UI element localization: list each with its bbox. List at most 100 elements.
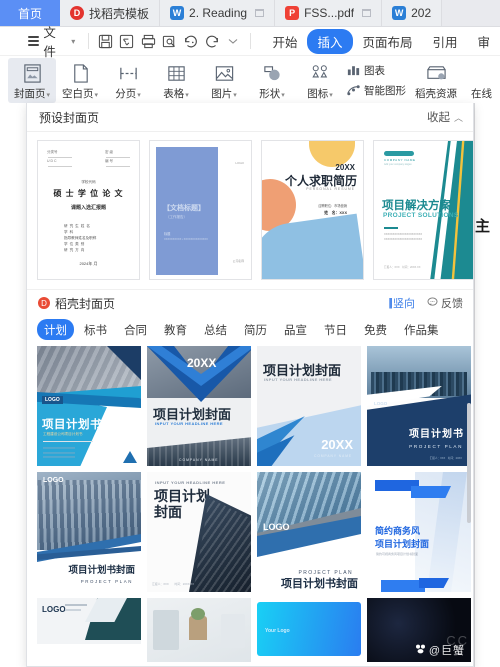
preset-solution-subtitle: PROJECT SOLUTIONS [383, 212, 459, 219]
chip-resume[interactable]: 简历 [237, 319, 274, 340]
redo-icon[interactable] [201, 30, 222, 52]
tab-home[interactable]: 首页 [0, 0, 61, 26]
tab-fss-pdf-label: FSS...pdf [304, 6, 355, 20]
chip-holiday[interactable]: 节日 [317, 319, 354, 340]
picture-button[interactable]: 图片▾ [200, 58, 248, 103]
feedback-bubble-icon [427, 296, 438, 310]
template-card[interactable]: LOGO [37, 598, 141, 662]
template-card[interactable]: LOGO 项目计划书 PROJECT PLAN 汇报人：XXX 时间：20XX [367, 346, 471, 466]
template-card[interactable]: INPUT YOUR HEADLINE HERE 项目计划封面 汇报人：XXX … [147, 472, 251, 592]
preset-resume-cover[interactable]: 20XX 个人求职简历 PERSONAL RESUME 应聘职位：市场营销 姓 … [261, 140, 364, 280]
chart-button[interactable]: 图表 [346, 62, 406, 80]
template-badge: LOGO [263, 522, 290, 532]
file-menu-label: 文件 [43, 26, 56, 59]
preset-thesis-date: 2024年 月 [79, 261, 98, 266]
icons-button[interactable]: 图标▾ [296, 58, 344, 103]
preset-blue-block-cover[interactable]: 【文档标题】 （工作报告） 标题 XXXXXXXXXX • XXXXXXXXXX… [149, 140, 252, 280]
save-icon[interactable] [95, 30, 116, 52]
document-tab-bar: 首页 D 找稻壳模板 W 2. Reading P FSS...pdf W 20… [0, 0, 500, 27]
wps-writer-window: 首页 D 找稻壳模板 W 2. Reading P FSS...pdf W 20… [0, 0, 500, 667]
orientation-toggle[interactable]: ||| 竖向 [388, 295, 415, 311]
category-chip-row: 计划 标书 合同 教育 总结 简历 品宣 节日 免费 作品集 [27, 316, 473, 346]
customize-qat-icon[interactable] [222, 30, 243, 52]
shape-label: 形状 [259, 88, 281, 100]
cover-page-button[interactable]: 封面页▾ [8, 58, 56, 103]
divider [249, 33, 251, 49]
template-title: 简约商务风 [375, 526, 421, 536]
template-title2: 项目计划封面 [375, 539, 430, 549]
template-card[interactable]: 项目计划封面 INPUT YOUR HEADLINE HERE 20XX COM… [257, 346, 361, 466]
page-break-button[interactable]: 分页▾ [104, 58, 152, 103]
tab-docer-templates[interactable]: D 找稻壳模板 [60, 0, 161, 26]
pdf-icon: P [285, 6, 300, 20]
icons-label: 图标 [307, 88, 329, 100]
chip-portfolio[interactable]: 作品集 [397, 319, 446, 340]
print-preview-icon[interactable] [159, 30, 180, 52]
cover-page-icon [22, 61, 43, 85]
docer-logo-icon: D [38, 297, 50, 309]
chevron-up-icon: ︿ [453, 112, 463, 123]
ribbon-tab-references[interactable]: 引用 [423, 29, 468, 54]
undo-icon[interactable] [180, 30, 201, 52]
close-icon[interactable] [255, 9, 265, 17]
online-button[interactable]: 在线 [464, 58, 499, 103]
panel-right-border [474, 103, 475, 667]
chip-plan[interactable]: 计划 [37, 319, 74, 340]
template-card[interactable] [147, 598, 251, 662]
template-card[interactable]: Your Logo [257, 598, 361, 662]
template-card[interactable]: LOGO 项目计划书 工程建设公司项目计划书 XXXXXXXXXXXXXXXX X… [37, 346, 141, 466]
template-card[interactable]: LOGO PROJECT PLAN 项目计划书封面 [257, 472, 361, 592]
chart-label: 图表 [364, 65, 385, 77]
wps-writer-icon: W [170, 6, 185, 20]
icons-icon [310, 61, 331, 85]
template-card[interactable]: 20XX 项目计划封面 INPUT YOUR HEADLINE HERE COM… [147, 346, 251, 466]
template-subtitle: INPUT YOUR HEADLINE HERE [155, 480, 226, 485]
preset-solution-cover[interactable]: COMPANY NAME Add your company slogan 项目解… [373, 140, 473, 280]
ribbon-tab-insert[interactable]: 插入 [307, 28, 353, 54]
template-title: 项目计划书 [42, 419, 102, 431]
preset-resume-subtitle: PERSONAL RESUME [306, 187, 355, 191]
tab-home-label: 首页 [18, 6, 43, 21]
tab-reading[interactable]: W 2. Reading [160, 0, 276, 26]
close-icon[interactable] [362, 9, 372, 17]
smartart-button[interactable]: 智能图形 [346, 82, 406, 100]
collapse-button[interactable]: 收起 ︿ [427, 109, 463, 125]
template-grid-row-1: LOGO 项目计划书 工程建设公司项目计划书 XXXXXXXXXXXXXXXX X… [27, 346, 473, 466]
template-footer: COMPANY NAME [179, 458, 219, 462]
preset-thesis-cover[interactable]: 分类号 U D C 密 级 编 号 学校代码 硕 士 学 位 论 文 课题入选汇… [37, 140, 140, 280]
save-to-cloud-icon[interactable] [116, 30, 137, 52]
chevron-down-icon: ▾ [46, 92, 50, 99]
file-menu-button[interactable]: 文件 ▾ [28, 22, 82, 60]
preset-solution-title: 项目解决方案 [382, 200, 451, 212]
table-button[interactable]: 表格▾ [152, 58, 200, 103]
tab-2022-doc[interactable]: W 202 [382, 0, 443, 26]
chip-bid[interactable]: 标书 [77, 319, 114, 340]
chip-summary[interactable]: 总结 [197, 319, 234, 340]
table-label: 表格 [163, 88, 185, 100]
template-card[interactable]: @巨蟹 CC [367, 598, 471, 662]
shape-button[interactable]: 形状▾ [248, 58, 296, 103]
chip-contract[interactable]: 合同 [117, 319, 154, 340]
template-card[interactable]: LOGO 项目计划书封面 PROJECT PLAN [37, 472, 141, 592]
print-icon[interactable] [138, 30, 159, 52]
document-right-gutter [474, 103, 500, 667]
cover-page-gallery-panel: 预设封面页 收起 ︿ 分类号 U D C 密 级 编 号 学校代码 硕 士 学 … [26, 103, 474, 667]
ribbon-tab-review[interactable]: 审 [468, 29, 500, 54]
ribbon-tab-page-layout[interactable]: 页面布局 [353, 29, 423, 54]
template-year: 20XX [321, 437, 353, 452]
template-badge: LOGO [374, 401, 388, 406]
blank-page-button[interactable]: 空白页▾ [56, 58, 104, 103]
chip-free[interactable]: 免费 [357, 319, 394, 340]
ribbon-tab-start[interactable]: 开始 [262, 29, 307, 54]
tab-reading-label: 2. Reading [189, 6, 248, 20]
docer-resource-button[interactable]: 稻壳资源 [408, 58, 464, 103]
template-card[interactable]: 简约商务风 项目计划封面 简约可视商务风项目计划书封面 [367, 472, 471, 592]
template-badge: LOGO [42, 605, 66, 614]
chip-education[interactable]: 教育 [157, 319, 194, 340]
chart-icon [346, 62, 361, 80]
feedback-button[interactable]: 反馈 [427, 295, 463, 311]
chip-branding[interactable]: 品宣 [277, 319, 314, 340]
tab-fss-pdf[interactable]: P FSS...pdf [275, 0, 383, 26]
panel-scrollbar[interactable] [467, 403, 471, 523]
table-icon [166, 61, 187, 85]
